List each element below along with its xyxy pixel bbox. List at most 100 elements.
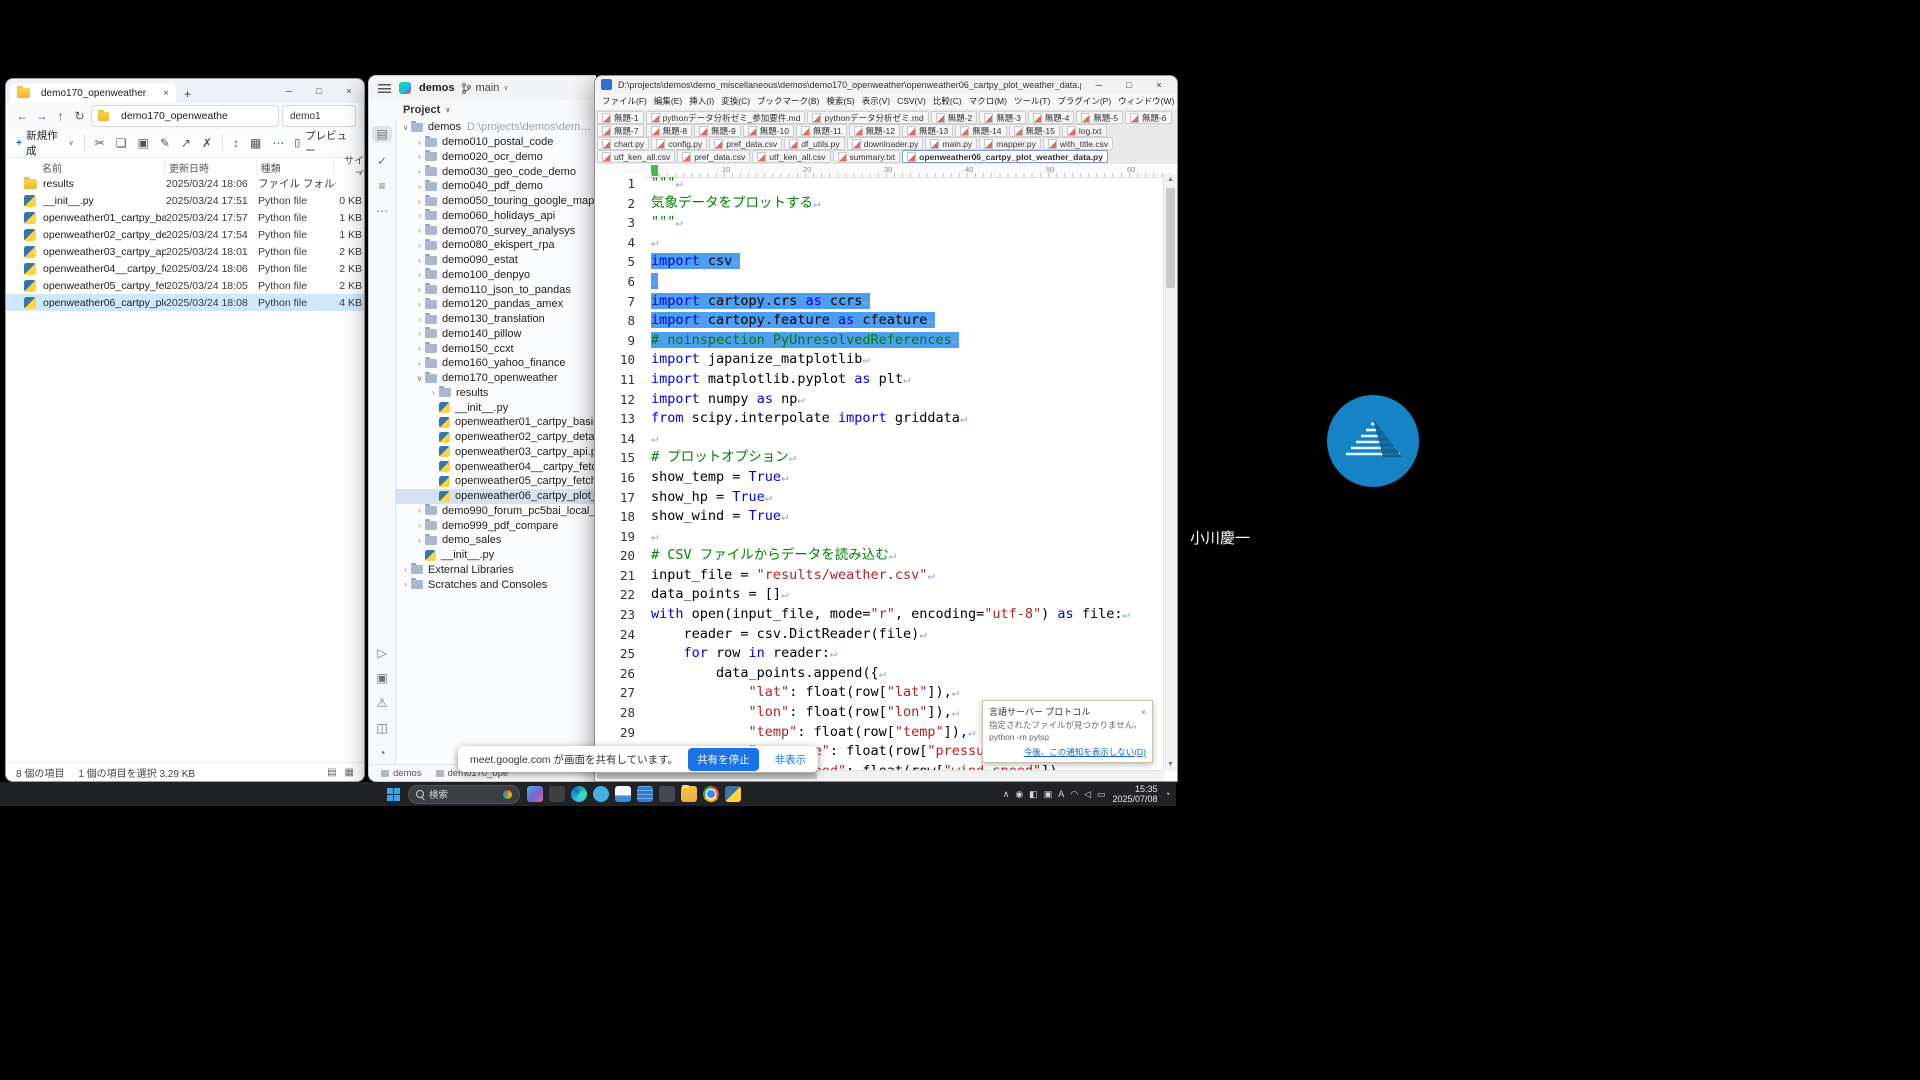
paint-icon[interactable]	[659, 786, 675, 802]
editor-tab[interactable]: utf_ken_all.csv	[597, 150, 675, 163]
hide-banner-link[interactable]: 非表示	[769, 752, 813, 767]
more-tools-icon[interactable]: ⋯	[376, 205, 388, 217]
tree-item[interactable]: __init__.py	[396, 400, 596, 415]
main-menu-icon[interactable]	[378, 84, 391, 93]
tree-item[interactable]: ›External Libraries	[396, 563, 596, 578]
tree-item[interactable]: ›demo040_pdf_demo	[396, 179, 596, 194]
chevron-open-icon[interactable]: ∨	[414, 374, 425, 383]
code-line[interactable]: ↵	[645, 233, 1164, 253]
chevron-closed-icon[interactable]: ›	[400, 580, 411, 589]
editor-tab[interactable]: 無題-13	[902, 124, 953, 137]
tree-item[interactable]: openweather01_cartpy_basic.py	[396, 415, 596, 430]
chrome-icon[interactable]	[703, 786, 719, 802]
file-row[interactable]: openweather03_cartpy_api.py2025/03/24 18…	[6, 243, 364, 260]
chevron-closed-icon[interactable]: ›	[414, 506, 425, 515]
menu-item[interactable]: ツール(T)	[1014, 95, 1050, 107]
chevron-closed-icon[interactable]: ›	[414, 197, 425, 206]
chevron-closed-icon[interactable]: ›	[414, 138, 425, 147]
column-header[interactable]: 種類	[256, 160, 334, 175]
editor-tab[interactable]: config.py	[651, 137, 707, 150]
security-icon[interactable]: ◉	[1015, 790, 1023, 799]
share-icon[interactable]: ↗	[181, 136, 191, 150]
code-line[interactable]: ↵	[645, 272, 1164, 292]
lang-icon[interactable]: A	[1058, 790, 1064, 799]
chevron-closed-icon[interactable]: ›	[400, 565, 411, 574]
chevron-closed-icon[interactable]: ›	[414, 182, 425, 191]
editor-tab[interactable]: chart.py	[597, 137, 649, 150]
taskbar-search[interactable]: 検索	[408, 785, 520, 804]
onedrive-icon[interactable]: ◧	[1029, 790, 1038, 799]
menu-item[interactable]: マクロ(M)	[969, 95, 1007, 107]
tree-item[interactable]: ›demo120_pandas_amex	[396, 297, 596, 312]
menu-item[interactable]: ブックマーク(B)	[757, 95, 819, 107]
tree-item[interactable]: ›demo999_pdf_compare	[396, 518, 596, 533]
code-line[interactable]: show_hp = True↵	[645, 488, 1164, 508]
code-line[interactable]: ↵	[645, 429, 1164, 449]
menu-item[interactable]: 編集(E)	[654, 95, 682, 107]
chevron-closed-icon[interactable]: ›	[414, 167, 425, 176]
menu-item[interactable]: CSV(V)	[897, 96, 926, 106]
editor-tab[interactable]: with_title.csv	[1043, 137, 1113, 150]
code-line[interactable]: for row in reader:↵	[645, 644, 1164, 664]
menu-item[interactable]: 比較(C)	[933, 95, 962, 107]
tree-item[interactable]: ›demo150_ccxt	[396, 341, 596, 356]
structure-tool-icon[interactable]: ≡	[378, 180, 385, 192]
column-header[interactable]: 更新日時	[164, 160, 256, 175]
menu-item[interactable]: 表示(V)	[862, 95, 890, 107]
tree-item[interactable]: openweather02_cartpy_detailed.py	[396, 430, 596, 445]
editor-tab[interactable]: 無題-15	[1009, 124, 1060, 137]
tab-close-icon[interactable]: ×	[163, 88, 169, 99]
menu-item[interactable]: 検索(S)	[826, 95, 854, 107]
menu-item[interactable]: 挿入(I)	[689, 95, 714, 107]
code-line[interactable]: import matplotlib.pyplot as plt↵	[645, 370, 1164, 390]
new-button[interactable]: + 新規作成 ∨	[16, 128, 74, 158]
icons-view-icon[interactable]: ▦	[345, 767, 354, 778]
tree-item[interactable]: ›demo110_json_to_pandas	[396, 282, 596, 297]
delete-icon[interactable]: ✗	[202, 136, 212, 150]
editor-tab[interactable]: pref_data.csv	[677, 150, 750, 163]
code-line[interactable]: ↵	[645, 527, 1164, 547]
editor-tab[interactable]: 無題-5	[1076, 111, 1123, 124]
editor-tab[interactable]: openweather06_cartpy_plot_weather_data.p…	[902, 150, 1108, 163]
sort-icon[interactable]: ↕	[233, 136, 239, 150]
branch-selector[interactable]: main ∨	[462, 82, 508, 94]
ime-icon[interactable]	[549, 786, 565, 802]
file-row[interactable]: openweather04__cartpy_fetch_multiple.py2…	[6, 260, 364, 277]
services-tool-icon[interactable]: ◫	[376, 722, 387, 734]
search-input[interactable]	[288, 110, 350, 123]
tree-item[interactable]: openweather04__cartpy_fetch_multiple.py	[396, 459, 596, 474]
file-row[interactable]: openweather05_cartpy_fetch_multiple_as..…	[6, 277, 364, 294]
tree-item[interactable]: ›demo060_holidays_api	[396, 209, 596, 224]
editor-tab[interactable]: 無題-4	[1028, 111, 1075, 124]
menu-item[interactable]: 変換(C)	[721, 95, 750, 107]
network-icon[interactable]: ◠	[1070, 790, 1078, 799]
project-panel-header[interactable]: Project ∨	[369, 100, 596, 120]
taskbar-clock[interactable]: 15:35 2025/07/08	[1113, 784, 1158, 804]
code-line[interactable]: show_wind = True↵	[645, 507, 1164, 527]
notification-icon[interactable]: ◔	[1165, 790, 1170, 799]
editor-tab[interactable]: mapper.py	[979, 137, 1041, 150]
editor-tab[interactable]: pythonデータ分析ゼミ.md	[807, 111, 928, 124]
tree-item[interactable]: ›demo010_postal_code	[396, 135, 596, 150]
code-line[interactable]: import japanize_matplotlib↵	[645, 350, 1164, 370]
tree-item[interactable]: ›demo990_forum_pc5bai_local_demo	[396, 504, 596, 519]
tree-item[interactable]: ›demo100_denpyo	[396, 268, 596, 283]
editor-tab[interactable]: 無題-1	[597, 111, 644, 124]
chevron-closed-icon[interactable]: ›	[428, 388, 439, 397]
volume-icon[interactable]: ◁	[1084, 790, 1091, 799]
editor-tab[interactable]: 無題-11	[796, 124, 847, 137]
chevron-closed-icon[interactable]: ›	[414, 241, 425, 250]
code-line[interactable]: from scipy.interpolate import griddata↵	[645, 409, 1164, 429]
editor-tab[interactable]: 無題-2	[931, 111, 978, 124]
close-icon[interactable]: ×	[1141, 707, 1146, 717]
tree-item[interactable]: ›demo070_survey_analysys	[396, 223, 596, 238]
tree-item[interactable]: ›demo050_touring_google_maps_qr_code	[396, 194, 596, 209]
chevron-closed-icon[interactable]: ›	[414, 315, 425, 324]
minimize-button[interactable]: ─	[1087, 80, 1111, 90]
editor-tab[interactable]: downloader.py	[847, 137, 924, 150]
maximize-button[interactable]: □	[1117, 80, 1141, 90]
file-row[interactable]: results2025/03/24 18:06ファイル フォルダー	[6, 175, 364, 192]
code-line[interactable]: import numpy as np↵	[645, 390, 1164, 410]
file-row[interactable]: openweather01_cartpy_basic.py2025/03/24 …	[6, 209, 364, 226]
code-line[interactable]: """↵	[645, 174, 1164, 194]
